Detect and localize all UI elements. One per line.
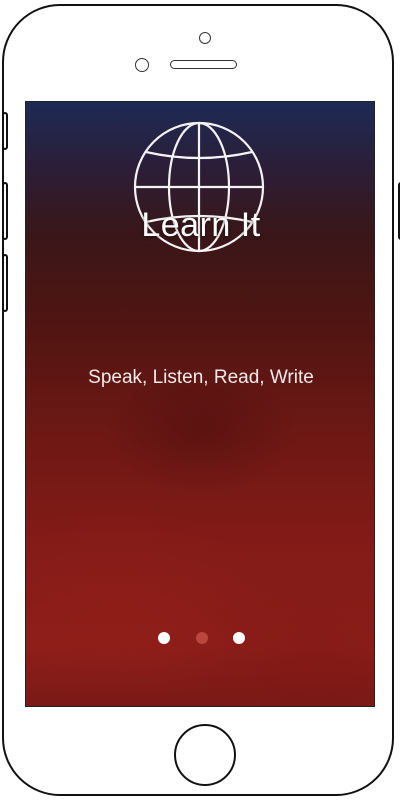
home-button[interactable] [174, 724, 236, 786]
app-tagline: Speak, Listen, Read, Write [88, 367, 314, 388]
front-camera [199, 32, 211, 44]
mute-switch [2, 112, 8, 150]
page-indicator [157, 632, 247, 646]
onboarding-screen: Learn It Speak, Listen, Read, Write [25, 101, 375, 707]
page-dot-2-active[interactable] [196, 632, 208, 644]
app-title: Learn It [141, 206, 261, 244]
proximity-sensor [135, 58, 149, 72]
earpiece-speaker [170, 60, 237, 69]
page-dot-1[interactable] [158, 632, 170, 644]
volume-up-button [2, 182, 8, 240]
volume-down-button [2, 254, 8, 312]
page-dot-3[interactable] [233, 632, 245, 644]
